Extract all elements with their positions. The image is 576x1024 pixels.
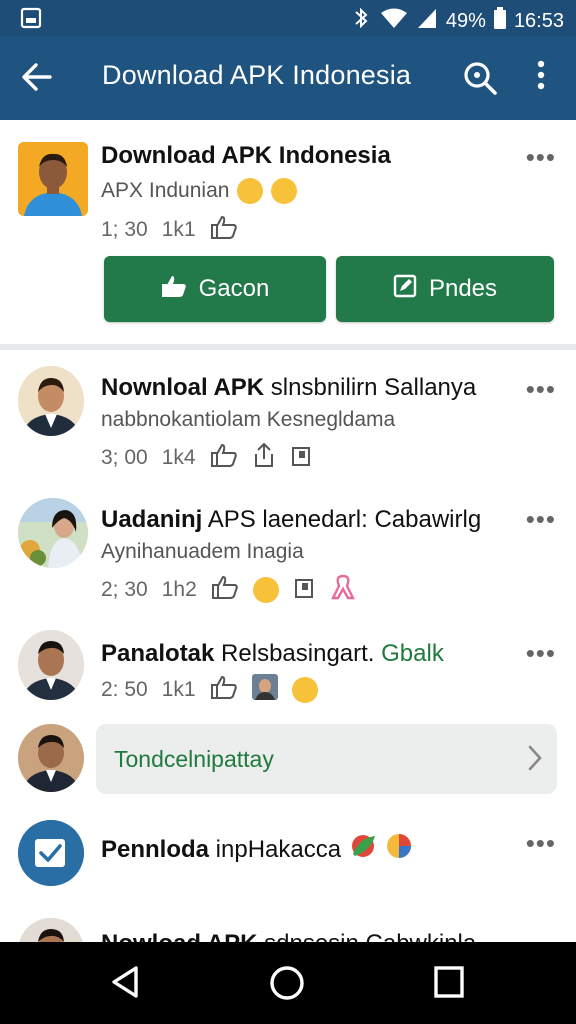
- title-rest: APS laenedarl: Cabawirlg: [202, 506, 482, 533]
- title-bold: Panalotak: [101, 640, 215, 667]
- pndes-label: Pndes: [428, 275, 498, 302]
- photo-thumbnail-icon[interactable]: [251, 674, 278, 706]
- flag-icon[interactable]: [293, 575, 317, 605]
- item-title[interactable]: Panalotak Relsbasingart. Gbalk: [101, 640, 444, 668]
- feed-list: Download APK Indonesia ••• APX Indunian …: [0, 120, 576, 942]
- nav-recents-icon[interactable]: [432, 964, 466, 1005]
- list-item[interactable]: Pennloda inpHakacca •••: [0, 806, 576, 909]
- more-options-icon[interactable]: •••: [526, 930, 556, 942]
- app-bar: Download APK Indonesia: [0, 36, 576, 120]
- more-options-icon[interactable]: •••: [526, 142, 556, 173]
- reply-placeholder: Tondcelnipattay: [114, 746, 274, 772]
- ribbon-icon[interactable]: [330, 574, 355, 606]
- emoji-icon[interactable]: [252, 577, 279, 603]
- battery-icon: [493, 7, 506, 35]
- battery-level: 49%: [445, 9, 486, 32]
- gacon-button[interactable]: Gacon: [104, 256, 326, 322]
- bluetooth-icon: [350, 6, 372, 36]
- item-time: 2: 50: [101, 678, 148, 701]
- list-item[interactable]: Uadaninj APS laenedarl: Cabawirlg ••• Ay…: [0, 482, 576, 617]
- title-bold: Nownloal APK: [101, 374, 265, 401]
- avatar: [18, 724, 84, 792]
- thumbs-up-icon[interactable]: [211, 574, 239, 606]
- thumbs-up-icon: [161, 274, 187, 305]
- more-options-icon[interactable]: •••: [526, 374, 556, 405]
- chevron-right-icon[interactable]: [527, 744, 543, 778]
- checkbox-app-icon: [18, 820, 84, 886]
- more-options-icon[interactable]: •••: [526, 828, 556, 859]
- list-item[interactable]: Nowload APK sdnsesin Cabwkinla •••: [0, 908, 576, 942]
- item-title[interactable]: Download APK Indonesia: [101, 142, 391, 170]
- item-count: 1k1: [161, 678, 196, 701]
- item-count: 1k1: [161, 218, 196, 241]
- item-subtitle: APX Indunian: [101, 179, 230, 202]
- item-count: 1h2: [161, 578, 197, 601]
- item-subtitle: nabbnokantiolam Kesnegldama: [101, 408, 396, 431]
- nav-back-icon[interactable]: [108, 964, 142, 1005]
- wifi-icon: [380, 7, 408, 35]
- item-title[interactable]: Pennloda inpHakacca: [101, 832, 413, 867]
- avatar: [18, 366, 84, 436]
- avatar: [18, 918, 84, 942]
- item-subtitle: Aynihanuadem Inagia: [101, 540, 304, 563]
- signal-icon: [416, 7, 438, 35]
- clock: 16:53: [513, 9, 564, 32]
- list-item[interactable]: Download APK Indonesia ••• APX Indunian …: [0, 120, 576, 350]
- title-rest: inpHakacca: [209, 835, 342, 863]
- item-count: 1k4: [161, 446, 196, 469]
- emoji-icon: [271, 178, 298, 204]
- leaf-emoji-icon: [349, 832, 377, 867]
- item-time: 3; 00: [101, 446, 148, 469]
- emoji-icon[interactable]: [291, 677, 318, 703]
- title-rest: Relsbasingart.: [214, 640, 375, 667]
- emoji-icon: [237, 178, 264, 204]
- avatar: [18, 142, 88, 216]
- title-bold: Pennloda: [101, 835, 210, 863]
- item-title[interactable]: Nowload APK sdnsesin Cabwkinla: [101, 930, 476, 942]
- title-rest: sdnsesin Cabwkinla: [257, 930, 476, 942]
- item-title[interactable]: Uadaninj APS laenedarl: Cabawirlg: [101, 506, 481, 534]
- nav-home-icon[interactable]: [268, 964, 306, 1007]
- avatar: [18, 498, 88, 568]
- back-arrow-icon[interactable]: [20, 60, 54, 99]
- item-title[interactable]: Nownloal APK slnsbnilirn Sallanya: [101, 374, 476, 402]
- gacon-label: Gacon: [198, 275, 270, 302]
- more-options-icon[interactable]: •••: [526, 504, 556, 535]
- thumbs-up-icon[interactable]: [210, 214, 238, 246]
- reply-input[interactable]: Tondcelnipattay: [96, 724, 557, 794]
- gallery-icon: [20, 7, 42, 34]
- thumbs-up-icon[interactable]: [210, 442, 238, 474]
- title-green: Gbalk: [374, 640, 444, 667]
- share-icon[interactable]: [252, 442, 276, 474]
- title-rest: slnsbnilirn Sallanya: [264, 374, 477, 401]
- title-bold: Uadaninj: [101, 506, 203, 533]
- pie-emoji-icon: [385, 832, 413, 867]
- avatar: [18, 630, 84, 700]
- more-options-icon[interactable]: •••: [526, 638, 556, 669]
- thumbs-up-icon[interactable]: [210, 674, 238, 706]
- item-time: 2; 30: [101, 578, 148, 601]
- page-title: Download APK Indonesia: [102, 60, 412, 90]
- list-item[interactable]: Nownloal APK slnsbnilirn Sallanya ••• na…: [0, 352, 576, 483]
- pndes-button[interactable]: Pndes: [336, 256, 554, 322]
- search-icon[interactable]: [462, 60, 498, 101]
- flag-icon[interactable]: [290, 443, 314, 473]
- status-bar: 49% 16:53: [0, 0, 576, 36]
- item-time: 1; 30: [101, 218, 148, 241]
- edit-icon: [393, 274, 417, 305]
- system-nav-bar: [0, 942, 576, 1024]
- title-bold: Nowload APK: [101, 930, 257, 942]
- more-vert-icon[interactable]: [536, 60, 546, 95]
